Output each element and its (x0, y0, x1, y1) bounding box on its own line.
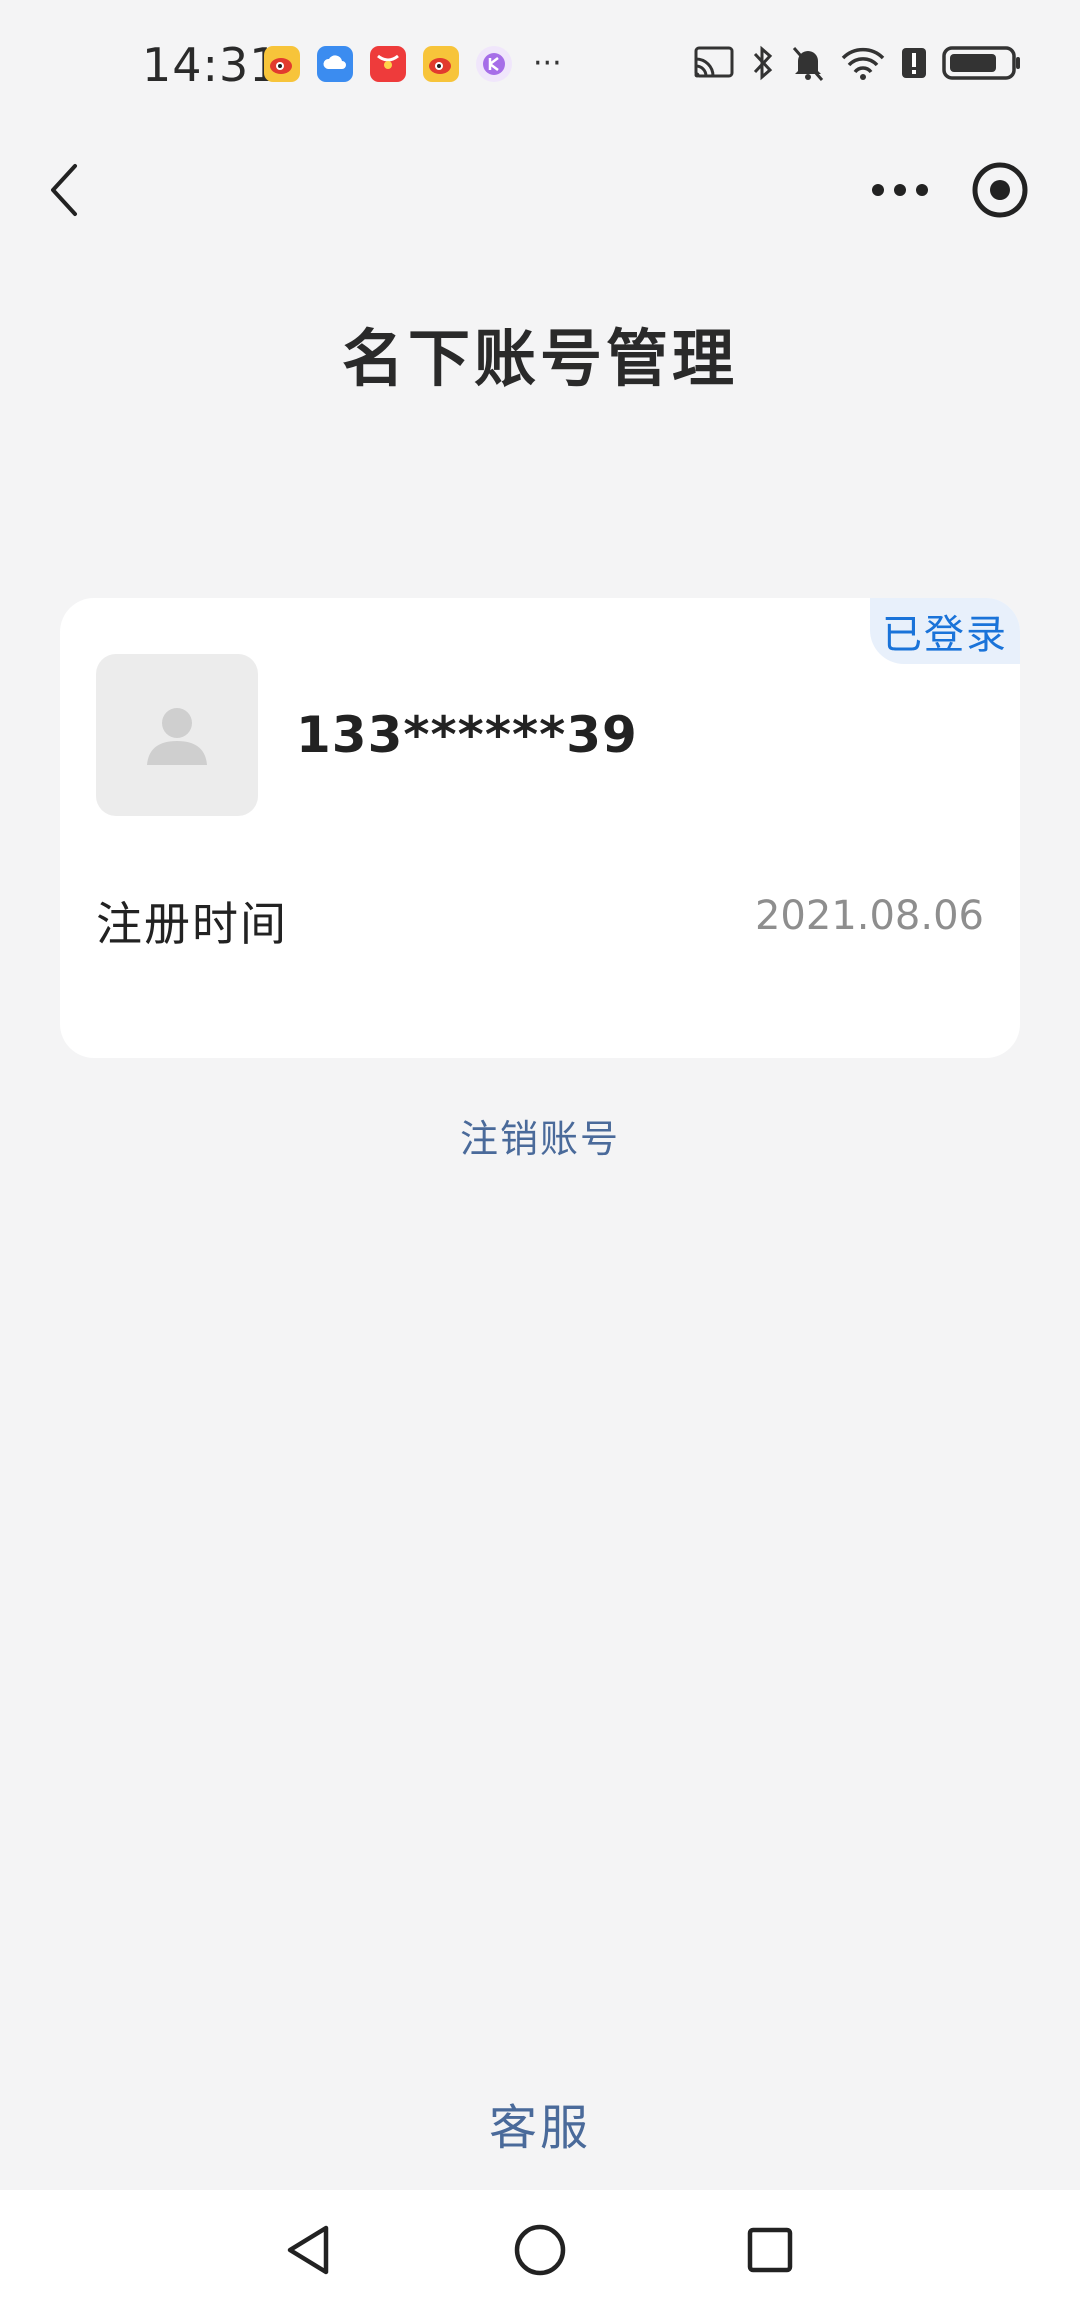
chevron-left-icon (51, 164, 77, 216)
account-card[interactable]: 已登录 133******39 注册时间 2021.08.06 (60, 598, 1020, 1058)
user-placeholder-icon (147, 708, 207, 765)
system-icons (692, 44, 1022, 86)
cast-icon (692, 44, 736, 86)
square-recents-icon (747, 2227, 793, 2273)
mini-program-capsule (850, 150, 1050, 230)
customer-service-label[interactable]: 客服 (489, 2100, 591, 2156)
logged-in-badge: 已登录 (870, 598, 1020, 664)
system-navigation-bar (0, 2190, 1080, 2310)
registration-time-value: 2021.08.06 (754, 893, 984, 939)
status-bar: 14:31 ··· (0, 0, 1080, 130)
red-packet-icon (370, 46, 406, 82)
back-button[interactable] (30, 150, 100, 230)
avatar (96, 654, 258, 816)
registration-time-label: 注册时间 (96, 897, 288, 951)
cancel-account-link[interactable]: 注销账号 (0, 1108, 1080, 1163)
customer-service-link[interactable]: 客服 (0, 2088, 1080, 2158)
weibo-icon (423, 46, 459, 82)
system-back-button[interactable] (276, 2218, 340, 2282)
more-notifications-indicator: ··· (533, 46, 562, 81)
more-button[interactable] (850, 150, 950, 230)
battery-icon (942, 44, 1022, 86)
notification-icons: ··· (264, 46, 562, 82)
cancel-account-label[interactable]: 注销账号 (460, 1117, 620, 1161)
cloud-icon (317, 46, 353, 82)
account-phone-number: 133******39 (296, 706, 638, 764)
status-time: 14:31 (142, 38, 280, 92)
wifi-icon (840, 44, 886, 86)
bluetooth-icon (750, 44, 776, 86)
system-recents-button[interactable] (738, 2218, 802, 2282)
triangle-back-icon (287, 2225, 329, 2275)
target-circle-icon (972, 162, 1028, 218)
system-home-button[interactable] (508, 2218, 572, 2282)
page-title: 名下账号管理 (341, 322, 738, 395)
alert-icon (900, 44, 928, 86)
purple-app-icon (476, 46, 512, 82)
circle-home-icon (514, 2224, 566, 2276)
weibo-icon (264, 46, 300, 82)
more-dots-icon (872, 184, 928, 196)
close-mini-program-button[interactable] (950, 150, 1050, 230)
mute-icon (790, 44, 826, 86)
